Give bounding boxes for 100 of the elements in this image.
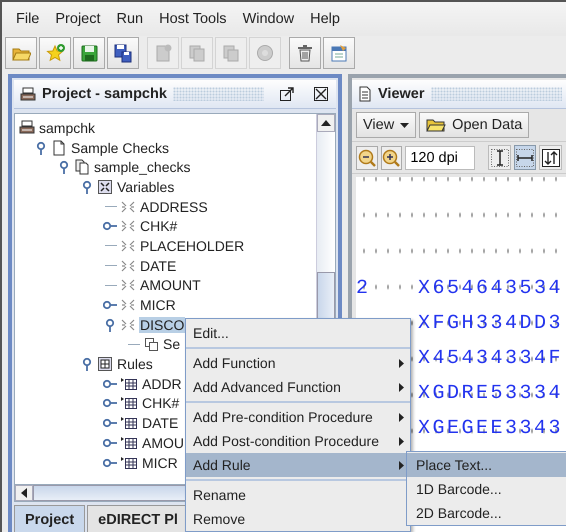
tree-line — [105, 284, 117, 286]
zoom-field[interactable]: 120 dpi — [405, 146, 476, 170]
zoom-out-icon — [358, 148, 376, 166]
vertical-ruler-icon — [490, 148, 510, 168]
tree-node[interactable]: MICR — [139, 297, 177, 314]
menu-item[interactable]: 1D Barcode... — [407, 477, 566, 501]
toolbar-button[interactable] — [73, 37, 105, 69]
panel-title: Project - sampchk — [42, 86, 167, 102]
documents-icon — [74, 159, 90, 176]
printer-icon — [19, 120, 35, 136]
swap-arrows-icon — [540, 148, 561, 168]
panel-tab[interactable]: Project — [14, 505, 86, 532]
document-text: 2 — [356, 277, 372, 300]
printer-icon — [20, 87, 36, 101]
tree-node[interactable]: DISCO — [139, 316, 186, 333]
tree-node[interactable]: ADDR — [141, 376, 183, 392]
tree-node[interactable]: AMOU — [141, 434, 185, 451]
tree-line — [128, 344, 140, 345]
menu-item[interactable]: Rename — [186, 483, 410, 507]
scroll-up-button[interactable] — [317, 114, 335, 132]
tree-line — [105, 206, 117, 208]
menu-item[interactable]: Host Tools — [151, 11, 235, 27]
menu-item[interactable]: Project — [47, 11, 109, 27]
menu-item[interactable]: Remove — [186, 507, 410, 531]
expanded-handle[interactable] — [103, 318, 117, 332]
tree-node[interactable]: Se — [162, 336, 182, 352]
tree-node[interactable]: DATE — [141, 415, 180, 432]
trash-icon — [295, 43, 315, 63]
circle-icon — [255, 43, 275, 63]
tree-node[interactable]: Rules — [116, 356, 154, 372]
toggle-button[interactable] — [488, 145, 511, 170]
tree-node[interactable]: sampchk — [38, 120, 96, 136]
tree-node[interactable]: CHK# — [139, 218, 178, 234]
tree-node[interactable]: DATE — [139, 258, 178, 274]
maximize-icon — [279, 86, 295, 102]
variable-icon — [120, 258, 136, 274]
scroll-left-button[interactable] — [15, 485, 33, 501]
zoom-in-button[interactable] — [380, 146, 402, 170]
tree-node[interactable]: Variables — [116, 178, 176, 195]
table-icon — [120, 376, 138, 392]
toolbar-button[interactable] — [289, 37, 321, 69]
toggle-button[interactable] — [514, 145, 536, 170]
variables-icon — [97, 178, 113, 195]
document-text: X45434334F — [418, 347, 564, 370]
document-text: XGEGEE3343 — [418, 417, 564, 440]
tree-node[interactable]: MICR — [141, 454, 179, 471]
grid-icon — [97, 356, 113, 372]
expanded-handle[interactable] — [57, 160, 71, 174]
menu-item[interactable]: Add Post-condition Procedure — [186, 429, 410, 453]
open-data-button[interactable]: Open Data — [419, 112, 530, 138]
menu-item[interactable]: Run — [108, 11, 152, 27]
left-arrow-icon — [21, 488, 27, 498]
tree-node[interactable]: ADDRESS — [139, 198, 209, 215]
menu-item[interactable]: Edit... — [186, 321, 410, 345]
function-icon — [143, 336, 159, 352]
toggle-button[interactable] — [539, 145, 562, 170]
star-icon — [45, 43, 65, 63]
document-icon — [51, 140, 67, 156]
close-icon — [313, 86, 329, 102]
document-text: XGDRE53334 — [418, 382, 564, 405]
variable-icon — [120, 198, 136, 215]
menu-item[interactable]: Window — [234, 11, 302, 27]
document-text: XFGH334DD3 — [418, 312, 564, 335]
menu-item[interactable]: Place Text... — [407, 453, 566, 477]
horizontal-ruler-icon — [515, 148, 536, 168]
menu-item[interactable]: Add Function — [186, 351, 410, 375]
panel-title: Viewer — [378, 86, 424, 102]
table-icon — [120, 395, 138, 412]
tree-line — [105, 245, 117, 246]
menu-item[interactable]: Add Advanced Function — [186, 375, 410, 399]
tree-node[interactable]: Sample Checks — [70, 140, 170, 156]
menu-item[interactable]: 2D Barcode... — [407, 501, 566, 525]
table-icon — [120, 454, 138, 471]
variable-icon — [120, 316, 136, 333]
floppy-disks-icon — [113, 43, 133, 63]
clipboard-icon — [329, 43, 349, 63]
document-text: X654643534 — [418, 277, 564, 300]
folder-icon — [426, 118, 446, 132]
menu-item[interactable]: Help — [302, 11, 348, 27]
table-icon — [120, 415, 138, 432]
menu-item[interactable]: File — [8, 11, 48, 27]
copy-icon — [187, 43, 207, 63]
pages-icon — [221, 43, 241, 63]
caret-icon — [400, 122, 410, 128]
tree-node[interactable]: AMOUNT — [139, 277, 202, 294]
menu-item[interactable]: Add Pre-condition Procedure — [186, 405, 410, 429]
tree-node[interactable]: PLACEHOLDER — [139, 238, 246, 254]
document-icon — [358, 86, 372, 102]
tree-line — [105, 265, 117, 266]
up-arrow-icon — [321, 120, 331, 126]
tree-node[interactable]: sample_checks — [93, 159, 192, 176]
variable-icon — [120, 238, 136, 254]
table-icon — [120, 434, 138, 451]
expanded-handle[interactable] — [80, 357, 94, 372]
expanded-handle[interactable] — [80, 180, 94, 194]
view-dropdown[interactable]: View — [356, 112, 416, 138]
zoom-in-icon — [382, 148, 400, 166]
tree-node[interactable]: CHK# — [141, 395, 180, 412]
toolbar-button[interactable] — [107, 37, 139, 69]
expanded-handle[interactable] — [34, 140, 48, 155]
